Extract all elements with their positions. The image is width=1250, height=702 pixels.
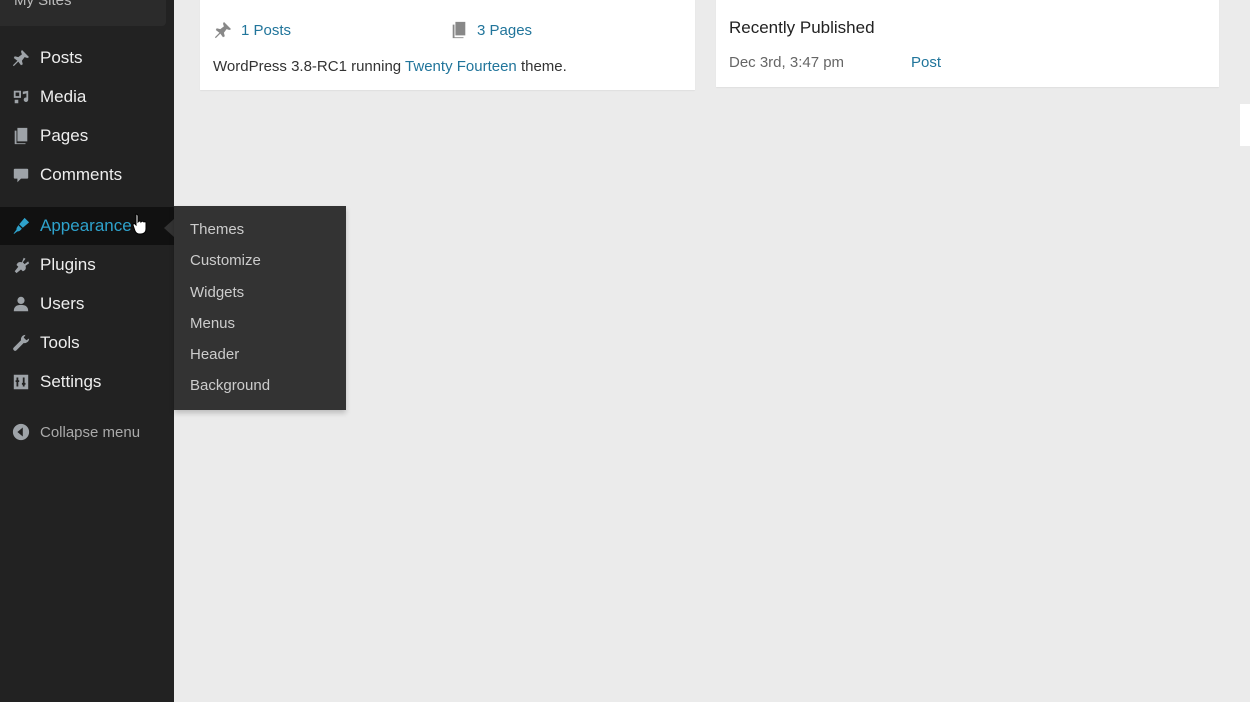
sidebar-item-label: Appearance bbox=[40, 216, 132, 235]
sidebar-item-label: Users bbox=[40, 294, 85, 313]
my-sites-label: My Sites bbox=[14, 0, 72, 9]
sidebar-item-label: Media bbox=[40, 87, 87, 106]
version-text: WordPress 3.8-RC1 running bbox=[213, 58, 406, 75]
theme-suffix: theme. bbox=[516, 58, 567, 75]
hand-cursor-icon bbox=[132, 213, 147, 235]
sidebar-item-media[interactable]: Media bbox=[0, 78, 174, 116]
posts-count: 1 Posts bbox=[241, 21, 292, 39]
plugin-icon bbox=[11, 255, 31, 275]
at-a-glance-widget: 1 Posts 3 Pages WordPress 3.8-RC1 runnin… bbox=[200, 0, 695, 90]
sidebar-item-tools[interactable]: Tools bbox=[0, 324, 174, 362]
sidebar-item-comments[interactable]: Comments bbox=[0, 156, 174, 194]
activity-widget: Recently Published Dec 3rd, 3:47 pm Post bbox=[716, 0, 1219, 87]
recently-published-heading: Recently Published bbox=[729, 18, 875, 37]
submenu-pointer bbox=[164, 219, 174, 237]
comment-icon bbox=[11, 165, 31, 185]
sidebar-item-label: Settings bbox=[40, 372, 102, 391]
submenu-item-background[interactable]: Background bbox=[190, 377, 270, 394]
pages-count-link[interactable]: 3 Pages bbox=[450, 21, 532, 39]
pin-icon bbox=[11, 48, 31, 68]
pin-icon bbox=[214, 21, 232, 39]
brush-icon bbox=[11, 216, 31, 236]
pages-count: 3 Pages bbox=[477, 21, 533, 39]
my-sites-button[interactable]: My Sites bbox=[0, 0, 166, 26]
post-link[interactable]: Post bbox=[911, 54, 941, 71]
publish-date: Dec 3rd, 3:47 pm bbox=[729, 54, 845, 71]
sidebar-item-pages[interactable]: Pages bbox=[0, 117, 174, 155]
wrench-icon bbox=[11, 333, 31, 353]
pages-icon bbox=[11, 126, 31, 146]
submenu-item-widgets[interactable]: Widgets bbox=[190, 284, 244, 301]
sidebar-item-settings[interactable]: Settings bbox=[0, 363, 174, 401]
sidebar-item-label: Pages bbox=[40, 126, 89, 145]
sidebar-item-label: Posts bbox=[40, 48, 83, 67]
posts-count-link[interactable]: 1 Posts bbox=[214, 21, 291, 39]
submenu-item-customize[interactable]: Customize bbox=[190, 252, 261, 269]
sidebar-item-label: Tools bbox=[40, 333, 80, 352]
pages-icon bbox=[452, 21, 466, 39]
admin-sidebar: My Sites Posts Media Pages Comments Appe… bbox=[0, 0, 174, 702]
appearance-submenu: Themes Customize Widgets Menus Header Ba… bbox=[174, 206, 346, 410]
collapse-arrow-icon bbox=[11, 422, 31, 442]
submenu-item-header[interactable]: Header bbox=[190, 346, 239, 363]
collapse-menu-label: Collapse menu bbox=[40, 423, 141, 441]
submenu-item-menus[interactable]: Menus bbox=[190, 315, 235, 332]
settings-icon bbox=[11, 372, 31, 392]
sidebar-item-label: Comments bbox=[40, 165, 123, 184]
media-icon bbox=[11, 87, 31, 107]
screen-options-edge bbox=[1240, 104, 1250, 146]
sidebar-item-plugins[interactable]: Plugins bbox=[0, 246, 174, 284]
collapse-menu-button[interactable]: Collapse menu bbox=[0, 413, 174, 451]
sidebar-item-users[interactable]: Users bbox=[0, 285, 174, 323]
user-icon bbox=[11, 294, 31, 314]
sidebar-item-label: Plugins bbox=[40, 255, 96, 274]
submenu-item-themes[interactable]: Themes bbox=[190, 221, 244, 238]
theme-link[interactable]: Twenty Fourteen bbox=[405, 58, 517, 75]
version-info: WordPress 3.8-RC1 running Twenty Fourtee… bbox=[213, 58, 567, 75]
sidebar-item-posts[interactable]: Posts bbox=[0, 39, 174, 77]
